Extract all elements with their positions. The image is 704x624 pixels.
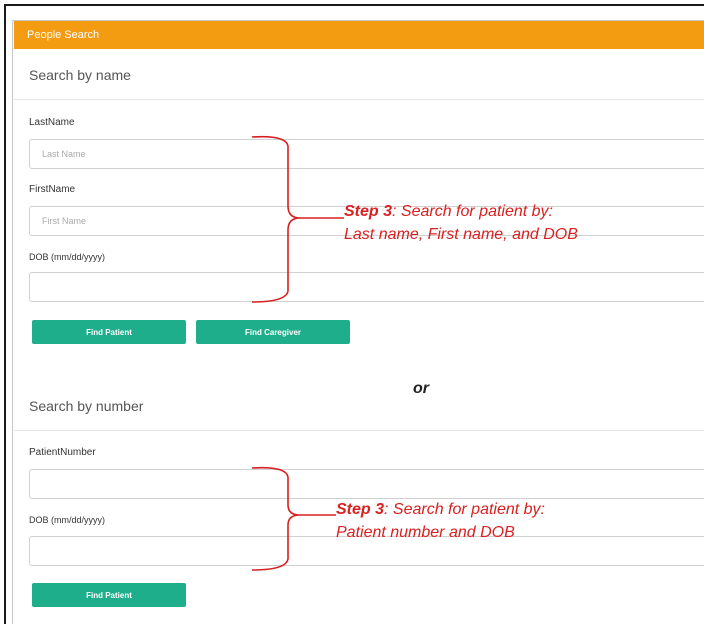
dob-input[interactable]	[29, 272, 704, 302]
last-name-input[interactable]	[29, 139, 704, 169]
annotation-line1: : Search for patient by:	[392, 203, 553, 220]
find-patient-button[interactable]: Find Patient	[32, 583, 186, 607]
search-by-name-title: Search by name	[29, 67, 131, 83]
annotation-brace	[251, 135, 344, 303]
patient-number-label: PatientNumber	[29, 447, 96, 458]
dob-label: DOB (mm/dd/yyyy)	[29, 515, 106, 525]
find-patient-button[interactable]: Find Patient	[32, 320, 186, 344]
panel-header: People Search	[14, 21, 704, 49]
section-divider	[14, 99, 704, 100]
annotation-line2: Patient number and DOB	[336, 524, 515, 541]
last-name-label: LastName	[29, 117, 75, 128]
annotation-brace	[251, 466, 336, 571]
or-separator: or	[413, 380, 429, 397]
number-search-annotation: Step 3: Search for patient by: Patient n…	[336, 498, 545, 544]
patient-number-input[interactable]	[29, 469, 704, 499]
first-name-label: FirstName	[29, 184, 76, 195]
annotation-step: Step 3	[336, 501, 385, 518]
search-by-number-title: Search by number	[29, 398, 144, 414]
annotation-line1: : Search for patient by:	[384, 501, 545, 518]
name-search-annotation: Step 3: Search for patient by: Last name…	[344, 200, 578, 246]
annotation-step: Step 3	[344, 203, 393, 220]
section-divider	[14, 430, 704, 431]
dob-label: DOB (mm/dd/yyyy)	[29, 252, 106, 262]
find-caregiver-button[interactable]: Find Caregiver	[196, 320, 350, 344]
annotation-line2: Last name, First name, and DOB	[344, 226, 578, 243]
